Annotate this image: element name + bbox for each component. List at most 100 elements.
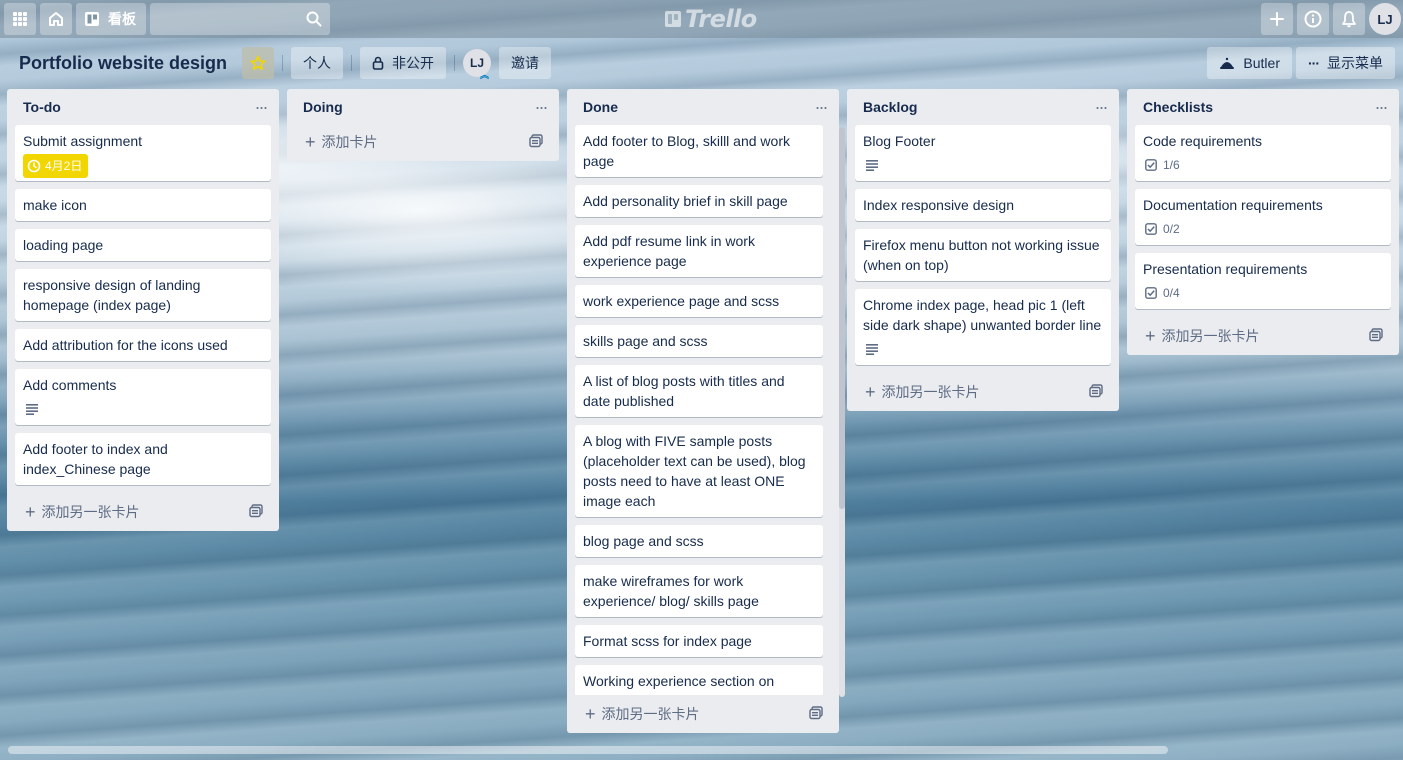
ellipsis-icon: ··· xyxy=(1308,55,1320,71)
list-header: Doing ... xyxy=(295,89,551,125)
list-menu-icon[interactable]: ... xyxy=(255,94,268,120)
add-card-button[interactable]: + 添加卡片 xyxy=(305,132,378,152)
scrollbar-thumb[interactable] xyxy=(839,127,845,509)
card[interactable]: Submit assignment 4月2日 xyxy=(15,125,271,181)
add-card-button[interactable]: + 添加另一张卡片 xyxy=(865,382,980,402)
invite-label: 邀请 xyxy=(511,55,540,71)
card[interactable]: work experience page and scss xyxy=(575,285,823,317)
home-button[interactable] xyxy=(40,3,72,35)
notifications-button[interactable] xyxy=(1333,3,1365,35)
add-card-button[interactable]: + 添加另一张卡片 xyxy=(25,502,140,522)
plus-icon: + xyxy=(865,382,876,402)
list-footer: + 添加另一张卡片 xyxy=(575,695,831,733)
trello-logo-text: Trello xyxy=(685,5,757,33)
list-title[interactable]: Done xyxy=(583,99,618,115)
card-title: Documentation requirements xyxy=(1143,197,1323,213)
list-menu-icon[interactable]: ... xyxy=(1095,94,1108,120)
card-title: Presentation requirements xyxy=(1143,261,1308,277)
description-icon xyxy=(865,159,879,171)
add-card-button[interactable]: + 添加另一张卡片 xyxy=(1145,326,1260,346)
invite-button[interactable]: 邀请 xyxy=(499,47,552,79)
card[interactable]: loading page xyxy=(15,229,271,261)
board-icon xyxy=(85,12,99,26)
card[interactable]: Add comments xyxy=(15,369,271,425)
description-icon xyxy=(865,343,879,355)
due-date-badge[interactable]: 4月2日 xyxy=(23,154,89,178)
create-button[interactable] xyxy=(1261,3,1293,35)
top-nav-right: LJ xyxy=(1261,3,1401,35)
search-box[interactable] xyxy=(150,3,330,35)
card[interactable]: Add footer to index and index_Chinese pa… xyxy=(15,433,271,485)
checklist-icon xyxy=(1145,159,1157,171)
list-header: Done ... xyxy=(575,89,831,125)
search-input[interactable] xyxy=(150,3,330,35)
card[interactable]: responsive design of landing homepage (i… xyxy=(15,269,271,321)
list-menu-icon[interactable]: ... xyxy=(535,94,548,120)
list-menu-icon[interactable]: ... xyxy=(815,94,828,120)
apps-button[interactable] xyxy=(4,3,36,35)
card[interactable]: Documentation requirements 0/2 xyxy=(1135,189,1391,245)
star-board-button[interactable] xyxy=(242,47,275,79)
privacy-button[interactable]: 非公开 xyxy=(360,47,447,79)
team-visibility-button[interactable]: 个人 xyxy=(291,47,344,79)
card[interactable]: Blog Footer xyxy=(855,125,1111,181)
card-title: Submit assignment xyxy=(23,133,143,149)
board-title[interactable]: Portfolio website design xyxy=(10,53,236,74)
trello-logo[interactable]: Trello xyxy=(665,5,757,33)
card[interactable]: Presentation requirements 0/4 xyxy=(1135,253,1391,309)
card-badges: 4月2日 xyxy=(23,154,263,178)
card-badges: 1/6 xyxy=(1143,155,1383,175)
card[interactable]: Add attribution for the icons used xyxy=(15,329,271,361)
lock-icon xyxy=(372,56,384,70)
info-button[interactable] xyxy=(1297,3,1329,35)
boards-label: 看板 xyxy=(108,11,136,27)
user-avatar[interactable]: LJ xyxy=(1369,3,1401,35)
list-header: To-do ... xyxy=(15,89,271,125)
header-divider xyxy=(351,55,353,71)
card[interactable]: Working experience section on xyxy=(575,665,823,695)
template-icon[interactable] xyxy=(249,503,263,521)
card-badges xyxy=(863,339,1103,359)
card[interactable]: skills page and scss xyxy=(575,325,823,357)
card[interactable]: Add pdf resume link in work experience p… xyxy=(575,225,823,277)
butler-label: Butler xyxy=(1243,55,1280,71)
card-list: Code requirements 1/6 Documentation requ… xyxy=(1135,125,1391,309)
card[interactable]: Firefox menu button not working issue (w… xyxy=(855,229,1111,281)
list-title[interactable]: Checklists xyxy=(1143,99,1213,115)
header-divider xyxy=(454,55,456,71)
card-list-scroll[interactable]: Add footer to Blog, skilll and work page… xyxy=(575,125,831,695)
template-icon[interactable] xyxy=(529,133,543,151)
card[interactable]: make icon xyxy=(15,189,271,221)
search-icon[interactable] xyxy=(306,11,322,30)
card[interactable]: Index responsive design xyxy=(855,189,1111,221)
template-icon[interactable] xyxy=(1369,327,1383,345)
list-doing: Doing ... + 添加卡片 xyxy=(287,89,559,161)
description-icon xyxy=(25,403,39,415)
card-title: Firefox menu button not working issue (w… xyxy=(863,237,1100,273)
list-title[interactable]: Doing xyxy=(303,99,343,115)
board-member-avatar[interactable]: LJ ︽ xyxy=(463,49,492,80)
list-menu-icon[interactable]: ... xyxy=(1375,94,1388,120)
card[interactable]: Format scss for index page xyxy=(575,625,823,657)
template-icon[interactable] xyxy=(1089,383,1103,401)
card[interactable]: A list of blog posts with titles and dat… xyxy=(575,365,823,417)
show-menu-button[interactable]: ··· 显示菜单 xyxy=(1296,47,1395,79)
card[interactable]: A blog with FIVE sample posts (placehold… xyxy=(575,425,823,517)
card[interactable]: Add personality brief in skill page xyxy=(575,185,823,217)
list-title[interactable]: Backlog xyxy=(863,99,917,115)
card[interactable]: Add footer to Blog, skilll and work page xyxy=(575,125,823,177)
card-title: Chrome index page, head pic 1 (left side… xyxy=(863,297,1102,333)
grid-icon xyxy=(13,12,27,26)
card[interactable]: Chrome index page, head pic 1 (left side… xyxy=(855,289,1111,365)
card-list: Submit assignment 4月2日 make icon loading… xyxy=(15,125,271,485)
card[interactable]: make wireframes for work experience/ blo… xyxy=(575,565,823,617)
boards-button[interactable]: 看板 xyxy=(76,3,146,35)
card[interactable]: Code requirements 1/6 xyxy=(1135,125,1391,181)
add-card-button[interactable]: + 添加另一张卡片 xyxy=(585,704,700,724)
card-title: Index responsive design xyxy=(863,197,1014,213)
board-horizontal-scrollbar[interactable] xyxy=(8,746,1168,754)
template-icon[interactable] xyxy=(809,705,823,723)
card[interactable]: blog page and scss xyxy=(575,525,823,557)
list-title[interactable]: To-do xyxy=(23,99,61,115)
butler-button[interactable]: Butler xyxy=(1207,47,1292,79)
